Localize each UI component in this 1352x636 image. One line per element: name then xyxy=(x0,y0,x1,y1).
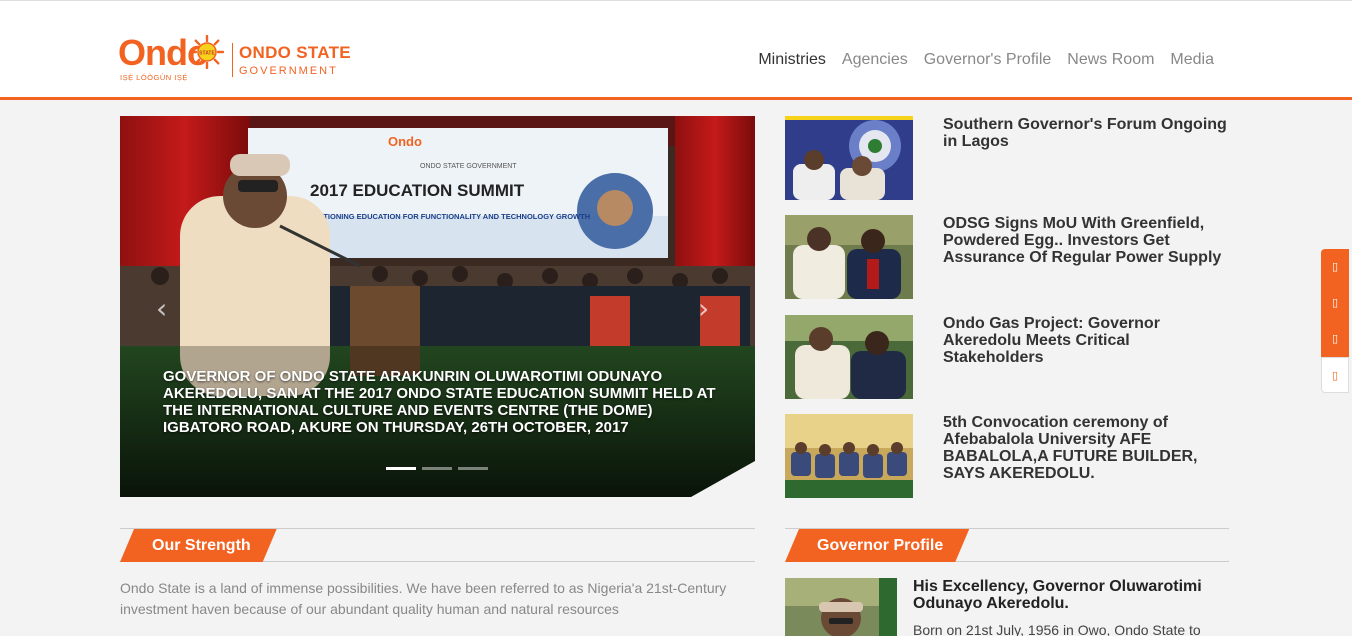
governor-section-header: Governor Profile xyxy=(785,528,1229,562)
news-title[interactable]: ODSG Signs MoU With Greenfield, Powdered… xyxy=(943,215,1233,266)
slider-indicator[interactable] xyxy=(386,467,416,470)
banner-subtitle-text: REPOSITIONING EDUCATION FOR FUNCTIONALIT… xyxy=(295,212,590,221)
slider-indicator[interactable] xyxy=(458,467,488,470)
slider-corner-cut xyxy=(691,461,755,497)
site-header: Ondo IṢẸ́ LÓÒGÙN IṢẸ́ STATE ONDO STATE G… xyxy=(0,0,1352,100)
slider-next-icon[interactable]: › xyxy=(698,292,709,325)
logo-title: ONDO STATE xyxy=(239,43,351,62)
news-title[interactable]: Ondo Gas Project: Governor Akeredolu Mee… xyxy=(943,315,1233,366)
slide-image: Ondo ONDO STATE GOVERNMENT 2017 EDUCATIO… xyxy=(120,116,755,497)
governor-bio: Born on 21st July, 1956 in Owo, Ondo Sta… xyxy=(913,622,1201,636)
youtube-icon[interactable]: ▯ xyxy=(1321,357,1349,393)
news-thumbnail xyxy=(785,315,913,399)
main-nav: Ministries Agencies Governor's Profile N… xyxy=(750,51,1222,69)
news-title[interactable]: Southern Governor's Forum Ongoing in Lag… xyxy=(943,116,1233,150)
logo-divider xyxy=(232,43,233,77)
news-thumbnail xyxy=(785,414,913,498)
banner-title-text: 2017 EDUCATION SUMMIT xyxy=(310,181,525,200)
news-item[interactable]: Ondo Gas Project: Governor Akeredolu Mee… xyxy=(785,315,1230,399)
nav-ministries[interactable]: Ministries xyxy=(750,51,834,69)
nav-news-room[interactable]: News Room xyxy=(1059,51,1162,69)
news-thumbnail xyxy=(785,215,913,299)
slider-indicators xyxy=(386,467,488,470)
news-item[interactable]: Southern Governor's Forum Ongoing in Lag… xyxy=(785,116,1230,200)
facebook-icon[interactable]: ▯ xyxy=(1321,249,1349,285)
strength-section-header: Our Strength xyxy=(120,528,755,562)
site-logo[interactable]: Ondo IṢẸ́ LÓÒGÙN IṢẸ́ STATE ONDO STATE G… xyxy=(118,33,368,89)
nav-agencies[interactable]: Agencies xyxy=(834,51,916,69)
slider-prev-icon[interactable]: ‹ xyxy=(156,292,167,325)
news-title[interactable]: 5th Convocation ceremony of Afebabalola … xyxy=(943,414,1233,482)
banner-org-text: ONDO STATE GOVERNMENT xyxy=(420,163,517,170)
strength-text: Ondo State is a land of immense possibil… xyxy=(120,580,727,617)
nav-governors-profile[interactable]: Governor's Profile xyxy=(916,51,1060,69)
section-title: Governor Profile xyxy=(785,529,969,562)
nav-media[interactable]: Media xyxy=(1162,51,1222,69)
news-thumbnail xyxy=(785,116,913,200)
news-item[interactable]: 5th Convocation ceremony of Afebabalola … xyxy=(785,414,1230,498)
governor-name[interactable]: His Excellency, Governor Oluwarotimi Odu… xyxy=(913,578,1233,612)
twitter-icon[interactable]: ▯ xyxy=(1321,285,1349,321)
section-divider xyxy=(120,528,755,529)
section-divider xyxy=(785,528,1229,529)
sun-emblem-icon: STATE xyxy=(190,35,224,69)
logo-badge-text: STATE xyxy=(199,51,215,57)
logo-motto: IṢẸ́ LÓÒGÙN IṢẸ́ xyxy=(120,73,188,82)
hero-slider[interactable]: Ondo ONDO STATE GOVERNMENT 2017 EDUCATIO… xyxy=(120,116,755,497)
social-sidebar: ▯ ▯ ▯ ▯ xyxy=(1321,249,1349,393)
slider-indicator[interactable] xyxy=(422,467,452,470)
instagram-icon[interactable]: ▯ xyxy=(1321,321,1349,357)
governor-photo[interactable] xyxy=(785,578,897,636)
section-title: Our Strength xyxy=(120,529,277,562)
news-item[interactable]: ODSG Signs MoU With Greenfield, Powdered… xyxy=(785,215,1230,299)
logo-subtitle: GOVERNMENT xyxy=(239,65,338,77)
slide-caption: Governor of Ondo State Arakunrin Oluwaro… xyxy=(163,368,716,436)
svg-text:Ondo: Ondo xyxy=(388,134,422,149)
